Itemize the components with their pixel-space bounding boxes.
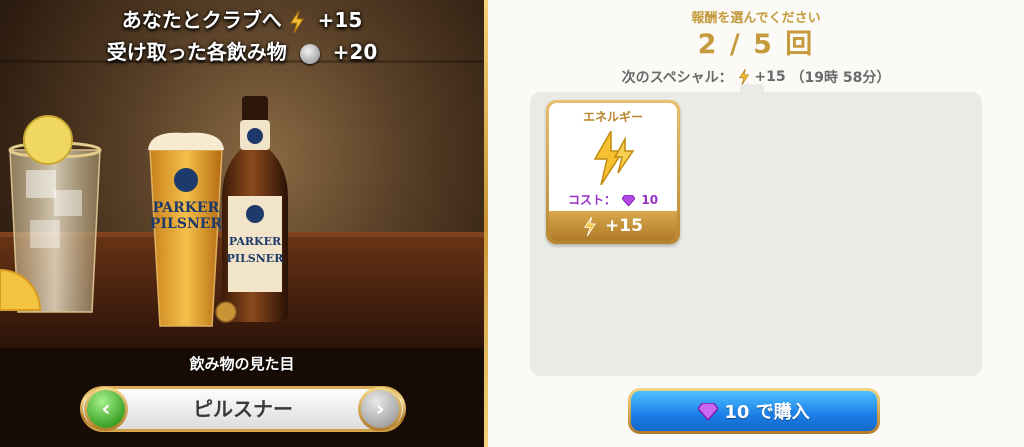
next-special-value: +15 — [754, 69, 786, 85]
reward-card-cost: コスト： 10 — [549, 191, 677, 208]
buy-button[interactable]: 10 で購入 — [631, 391, 877, 431]
next-special-timer: （19時 58分） — [790, 70, 891, 86]
drink-preview-panel: PARKER PILSNER PARKER PILSNER あなたとクラブへ +… — [0, 0, 484, 447]
bar-scene: PARKER PILSNER PARKER PILSNER — [0, 96, 484, 447]
reward-card-footer: +15 — [549, 211, 677, 241]
chevron-left-icon: ‹ — [101, 396, 111, 422]
chevron-right-icon: › — [375, 396, 385, 422]
svg-text:PILSNER: PILSNER — [227, 252, 285, 265]
reward-card-energy[interactable]: エネルギー コスト： 10 +15 — [546, 100, 680, 244]
club-bonus-value: +15 — [317, 8, 363, 32]
energy-bolt-icon — [584, 216, 597, 236]
reward-count: 2 / 5 回 — [697, 29, 815, 60]
svg-text:PILSNER: PILSNER — [150, 216, 222, 232]
cost-label: コスト： — [567, 193, 616, 207]
reward-amount: +15 — [605, 216, 643, 236]
pilsner-glass: PARKER PILSNER — [148, 132, 224, 327]
drink-style-label: ピルスナー — [193, 397, 293, 421]
gem-icon — [622, 195, 636, 206]
prev-drink-button[interactable]: ‹ — [84, 387, 128, 431]
drink-coin-bonus: 受け取った各飲み物 +20 — [0, 36, 484, 65]
drink-appearance-caption: 飲み物の見た目 — [189, 355, 295, 373]
energy-bolt-icon — [738, 69, 749, 85]
reward-panel: 報酬を選んでください 2 / 5 回 次のスペシャル： +15 （19時 58分… — [488, 0, 1024, 447]
next-drink-button[interactable]: › — [358, 387, 402, 431]
next-special-label: 次のスペシャル： — [621, 70, 733, 86]
svg-text:PARKER: PARKER — [229, 235, 282, 248]
club-energy-bonus: あなたとクラブへ +15 — [0, 4, 484, 33]
reward-card-title: エネルギー — [582, 110, 643, 124]
drink-style-selector: ‹ ピルスナー › — [80, 386, 406, 432]
gem-icon — [698, 402, 719, 420]
pilsner-bottle: PARKER PILSNER — [222, 96, 288, 322]
cost-value: 10 — [641, 193, 659, 207]
svg-text:PARKER: PARKER — [153, 200, 220, 216]
bottle-cap — [215, 301, 237, 323]
buy-button-label: 10 で購入 — [724, 402, 810, 423]
energy-bolt-icon — [593, 131, 635, 185]
silver-coin-icon — [299, 43, 320, 64]
buy-button-frame: 10 で購入 — [628, 388, 880, 434]
energy-bolt-icon — [289, 10, 304, 33]
club-bonus-label: あなたとクラブへ — [121, 8, 282, 32]
drink-bonus-label: 受け取った各飲み物 — [106, 40, 287, 64]
drink-bonus-value: +20 — [332, 40, 378, 64]
